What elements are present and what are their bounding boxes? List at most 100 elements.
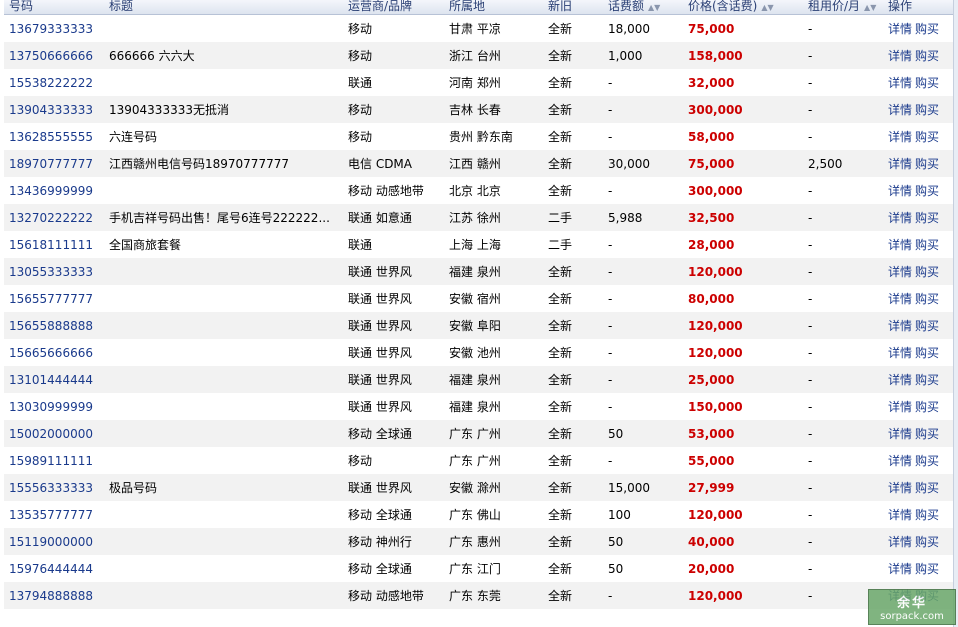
detail-link[interactable]: 详情 [888, 22, 912, 36]
detail-link[interactable]: 详情 [888, 373, 912, 387]
buy-link[interactable]: 购买 [915, 103, 939, 117]
detail-link[interactable]: 详情 [888, 508, 912, 522]
sort-arrows-icon[interactable]: ▲▼ [761, 3, 773, 12]
detail-link[interactable]: 详情 [888, 130, 912, 144]
detail-link[interactable]: 详情 [888, 157, 912, 171]
phone-number-cell[interactable]: 13794888888 [4, 582, 104, 609]
buy-link[interactable]: 购买 [915, 265, 939, 279]
buy-link[interactable]: 购买 [915, 535, 939, 549]
detail-link[interactable]: 详情 [888, 292, 912, 306]
carrier-cell: 移动 全球通 [348, 562, 412, 576]
phone-number-link[interactable]: 15119000000 [9, 535, 93, 549]
phone-number-cell[interactable]: 13101444444 [4, 366, 104, 393]
sort-arrows-icon[interactable]: ▲▼ [648, 3, 660, 12]
phone-number-cell[interactable]: 13436999999 [4, 177, 104, 204]
detail-link[interactable]: 详情 [888, 49, 912, 63]
buy-link[interactable]: 购买 [915, 184, 939, 198]
detail-link[interactable]: 详情 [888, 184, 912, 198]
detail-link[interactable]: 详情 [888, 211, 912, 225]
credit-cell: 50 [608, 426, 624, 441]
phone-number-cell[interactable]: 15665666666 [4, 339, 104, 366]
detail-link[interactable]: 详情 [888, 76, 912, 90]
phone-number-link[interactable]: 13535777777 [9, 508, 93, 522]
phone-number-link[interactable]: 13794888888 [9, 589, 93, 603]
buy-link[interactable]: 购买 [915, 22, 939, 36]
buy-link[interactable]: 购买 [915, 346, 939, 360]
phone-number-link[interactable]: 15976444444 [9, 562, 93, 576]
column-header[interactable]: 价格(含话费) ▲▼ [683, 0, 803, 15]
phone-number-cell[interactable]: 15976444444 [4, 555, 104, 582]
phone-number-cell[interactable]: 13270222222 [4, 204, 104, 231]
phone-number-cell[interactable]: 15655777777 [4, 285, 104, 312]
phone-number-cell[interactable]: 13628555555 [4, 123, 104, 150]
buy-link[interactable]: 购买 [915, 319, 939, 333]
buy-link[interactable]: 购买 [915, 508, 939, 522]
phone-number-link[interactable]: 13055333333 [9, 265, 93, 279]
phone-number-cell[interactable]: 13679333333 [4, 15, 104, 43]
buy-link[interactable]: 购买 [915, 76, 939, 90]
detail-link[interactable]: 详情 [888, 265, 912, 279]
buy-link[interactable]: 购买 [915, 400, 939, 414]
phone-number-link[interactable]: 13628555555 [9, 130, 93, 144]
detail-link[interactable]: 详情 [888, 400, 912, 414]
detail-link[interactable]: 详情 [888, 427, 912, 441]
buy-link[interactable]: 购买 [915, 211, 939, 225]
phone-number-cell[interactable]: 13904333333 [4, 96, 104, 123]
buy-link[interactable]: 购买 [915, 481, 939, 495]
phone-number-cell[interactable]: 15618111111 [4, 231, 104, 258]
buy-link[interactable]: 购买 [915, 562, 939, 576]
phone-number-cell[interactable]: 13535777777 [4, 501, 104, 528]
phone-number-cell[interactable]: 15119000000 [4, 528, 104, 555]
detail-link[interactable]: 详情 [888, 103, 912, 117]
phone-number-cell[interactable]: 13750666666 [4, 42, 104, 69]
phone-number-link[interactable]: 13904333333 [9, 103, 93, 117]
phone-number-cell[interactable]: 15538222222 [4, 69, 104, 96]
location-cell: 河南 郑州 [449, 76, 501, 90]
phone-number-cell[interactable]: 15556333333 [4, 474, 104, 501]
phone-number-link[interactable]: 13679333333 [9, 22, 93, 36]
buy-link[interactable]: 购买 [915, 49, 939, 63]
phone-number-link[interactable]: 15538222222 [9, 76, 93, 90]
buy-link[interactable]: 购买 [915, 130, 939, 144]
title-cell [104, 312, 343, 339]
phone-number-link[interactable]: 13436999999 [9, 184, 93, 198]
phone-number-link[interactable]: 15002000000 [9, 427, 93, 441]
phone-number-cell[interactable]: 15989111111 [4, 447, 104, 474]
buy-link[interactable]: 购买 [915, 292, 939, 306]
phone-number-cell[interactable]: 13055333333 [4, 258, 104, 285]
phone-number-link[interactable]: 15655888888 [9, 319, 93, 333]
condition-cell: 全新 [548, 400, 573, 414]
buy-link[interactable]: 购买 [915, 238, 939, 252]
phone-number-link[interactable]: 15989111111 [9, 454, 93, 468]
phone-number-link[interactable]: 13101444444 [9, 373, 93, 387]
phone-number-link[interactable]: 13270222222 [9, 211, 93, 225]
detail-link[interactable]: 详情 [888, 481, 912, 495]
condition-cell: 全新 [548, 319, 573, 333]
phone-number-link[interactable]: 18970777777 [9, 157, 93, 171]
phone-number-link[interactable]: 13750666666 [9, 49, 93, 63]
sort-arrows-icon[interactable]: ▲▼ [864, 3, 876, 12]
detail-link[interactable]: 详情 [888, 238, 912, 252]
detail-link[interactable]: 详情 [888, 454, 912, 468]
phone-number-cell[interactable]: 15002000000 [4, 420, 104, 447]
phone-number-cell[interactable]: 15655888888 [4, 312, 104, 339]
phone-number-link[interactable]: 15665666666 [9, 346, 93, 360]
phone-number-link[interactable]: 13030999999 [9, 400, 93, 414]
detail-link[interactable]: 详情 [888, 346, 912, 360]
detail-link[interactable]: 详情 [888, 535, 912, 549]
phone-number-link[interactable]: 15655777777 [9, 292, 93, 306]
column-header[interactable]: 租用价/月 ▲▼ [803, 0, 883, 15]
buy-link[interactable]: 购买 [915, 157, 939, 171]
detail-link[interactable]: 详情 [888, 562, 912, 576]
phone-number-link[interactable]: 15556333333 [9, 481, 93, 495]
title-cell [104, 15, 343, 43]
scrollbar-track[interactable] [953, 0, 958, 627]
detail-link[interactable]: 详情 [888, 319, 912, 333]
phone-number-cell[interactable]: 18970777777 [4, 150, 104, 177]
phone-number-link[interactable]: 15618111111 [9, 238, 93, 252]
buy-link[interactable]: 购买 [915, 373, 939, 387]
phone-number-cell[interactable]: 13030999999 [4, 393, 104, 420]
column-header[interactable]: 话费额 ▲▼ [603, 0, 683, 15]
buy-link[interactable]: 购买 [915, 427, 939, 441]
buy-link[interactable]: 购买 [915, 454, 939, 468]
